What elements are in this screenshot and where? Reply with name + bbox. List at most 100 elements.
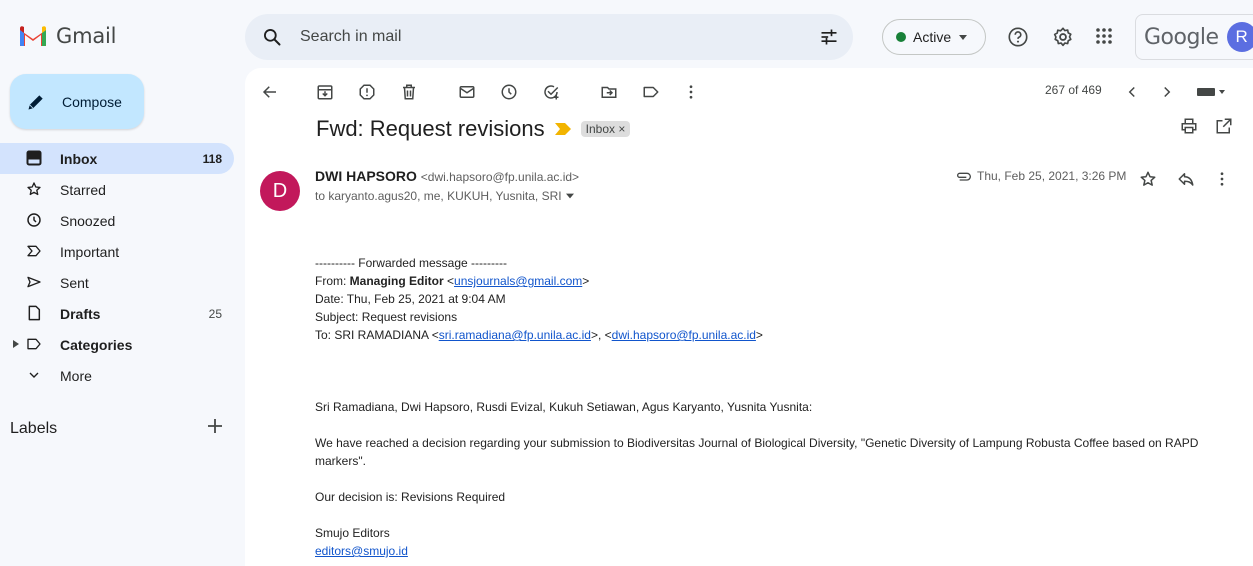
sidebar-item-drafts[interactable]: Drafts 25 xyxy=(0,298,245,329)
sidebar-item-label: More xyxy=(60,367,92,384)
labels-icon[interactable] xyxy=(642,83,660,101)
important-icon xyxy=(26,243,42,259)
label-icon xyxy=(26,336,42,352)
status-label: Active xyxy=(913,29,952,45)
signature-name: Smujo Editors xyxy=(315,526,390,540)
status-selector[interactable]: Active xyxy=(882,19,986,55)
move-to-icon[interactable] xyxy=(600,83,618,101)
recipients-line[interactable]: to karyanto.agus20, me, KUKUH, Yusnita, … xyxy=(315,189,574,203)
sidebar-item-label: Categories xyxy=(60,336,133,353)
draft-icon xyxy=(26,305,42,321)
report-spam-icon[interactable] xyxy=(358,83,376,101)
print-icon[interactable] xyxy=(1180,117,1198,135)
email-body: ---------- Forwarded message --------- F… xyxy=(315,254,1225,560)
sidebar-item-label: Inbox xyxy=(60,150,98,167)
google-account-button[interactable]: Google R xyxy=(1135,14,1253,60)
snooze-icon[interactable] xyxy=(500,83,518,101)
open-new-window-icon[interactable] xyxy=(1215,117,1233,135)
to-email-link[interactable]: dwi.hapsoro@fp.unila.ac.id xyxy=(612,328,756,342)
sidebar-item-more[interactable]: More xyxy=(0,360,245,391)
sidebar-item-label: Drafts xyxy=(60,305,101,322)
clock-icon xyxy=(26,212,42,228)
forward-header: ---------- Forwarded message --------- xyxy=(315,256,507,270)
sidebar-nav: Inbox 118 Starred Snoozed Important Sent… xyxy=(0,143,245,391)
forward-to: To: SRI RAMADIANA <sri.ramadiana@fp.unil… xyxy=(315,328,763,342)
sidebar-item-inbox[interactable]: Inbox 118 xyxy=(0,143,234,174)
more-vert-icon[interactable] xyxy=(1213,170,1231,188)
inbox-icon xyxy=(26,150,42,166)
attachment-icon xyxy=(955,171,971,181)
pagination-count: 267 of 469 xyxy=(1045,83,1102,97)
newer-chevron-icon[interactable] xyxy=(1123,83,1141,101)
archive-icon[interactable] xyxy=(316,83,334,101)
sidebar-item-categories[interactable]: Categories xyxy=(0,329,245,360)
to-email-link[interactable]: sri.ramadiana@fp.unila.ac.id xyxy=(439,328,591,342)
subject-row: Fwd: Request revisions Inbox × xyxy=(316,116,631,142)
labels-header: Labels xyxy=(10,420,58,437)
sidebar-item-starred[interactable]: Starred xyxy=(0,174,245,205)
mark-unread-icon[interactable] xyxy=(458,83,476,101)
sidebar-item-label: Sent xyxy=(60,274,89,291)
avatar: R xyxy=(1226,22,1253,52)
sender-email: <dwi.hapsoro@fp.unila.ac.id> xyxy=(420,170,580,184)
forward-from: From: Managing Editor <unsjournals@gmail… xyxy=(315,274,590,288)
star-icon[interactable] xyxy=(1139,170,1157,188)
input-tools-icon[interactable] xyxy=(1195,83,1227,101)
body-decision: Our decision is: Revisions Required xyxy=(315,490,506,504)
more-options-icon[interactable] xyxy=(682,83,700,101)
label-chip-text: Inbox xyxy=(585,122,616,136)
gmail-m-icon xyxy=(18,24,48,48)
date-line: Thu, Feb 25, 2021, 3:26 PM xyxy=(955,169,1126,183)
body-names: Sri Ramadiana, Dwi Hapsoro, Rusdi Evizal… xyxy=(315,400,813,414)
sidebar-item-label: Important xyxy=(60,243,120,260)
message-date: Thu, Feb 25, 2021, 3:26 PM xyxy=(977,169,1127,183)
caret-down-icon xyxy=(958,32,968,42)
expand-arrow-icon[interactable] xyxy=(13,340,19,348)
unread-count: 118 xyxy=(202,151,222,166)
sidebar-item-important[interactable]: Important xyxy=(0,236,245,267)
add-to-tasks-icon[interactable] xyxy=(542,83,560,101)
add-label-icon[interactable] xyxy=(207,418,223,434)
settings-gear-icon[interactable] xyxy=(1052,26,1074,48)
delete-icon[interactable] xyxy=(400,83,418,101)
show-details-icon[interactable] xyxy=(565,192,574,200)
compose-button[interactable]: Compose xyxy=(10,74,144,129)
search-bar[interactable] xyxy=(245,14,853,60)
from-name: Managing Editor xyxy=(349,274,444,288)
sidebar-item-label: Snoozed xyxy=(60,212,116,229)
older-chevron-icon[interactable] xyxy=(1158,83,1176,101)
gmail-wordmark: Gmail xyxy=(56,24,117,48)
chevron-down-icon xyxy=(26,367,42,383)
email-subject: Fwd: Request revisions xyxy=(316,116,545,141)
search-input[interactable] xyxy=(300,28,780,46)
search-icon[interactable] xyxy=(262,27,282,47)
important-marker-icon[interactable] xyxy=(554,123,571,135)
reply-icon[interactable] xyxy=(1177,170,1195,188)
sender-line: DWI HAPSORO <dwi.hapsoro@fp.unila.ac.id> xyxy=(315,168,579,184)
forward-subject: Subject: Request revisions xyxy=(315,310,458,324)
send-icon xyxy=(26,274,42,290)
body-paragraph: We have reached a decision regarding you… xyxy=(315,436,1199,468)
remove-label-icon[interactable]: × xyxy=(618,122,625,136)
gmail-logo[interactable]: Gmail xyxy=(18,24,116,48)
draft-count: 25 xyxy=(208,306,222,321)
message-pane: 267 of 469 Fwd: Request revisions Inbox … xyxy=(245,68,1253,566)
apps-grid-icon[interactable] xyxy=(1094,26,1114,46)
star-icon xyxy=(26,181,42,197)
status-dot xyxy=(896,32,906,42)
forward-date: Date: Thu, Feb 25, 2021 at 9:04 AM xyxy=(315,292,506,306)
search-options-icon[interactable] xyxy=(819,27,839,47)
sender-name[interactable]: DWI HAPSORO xyxy=(315,168,417,184)
to-label: To: SRI RAMADIANA < xyxy=(315,328,439,342)
google-wordmark: Google xyxy=(1144,24,1219,50)
inbox-label-chip[interactable]: Inbox × xyxy=(580,121,631,137)
recipients-text: to karyanto.agus20, me, KUKUH, Yusnita, … xyxy=(315,189,562,203)
sidebar-item-snoozed[interactable]: Snoozed xyxy=(0,205,245,236)
signature-email-link[interactable]: editors@smujo.id xyxy=(315,544,408,558)
back-arrow-icon[interactable] xyxy=(261,83,279,101)
sender-avatar[interactable]: D xyxy=(260,171,300,211)
from-email-link[interactable]: unsjournals@gmail.com xyxy=(454,274,582,288)
sidebar-item-label: Starred xyxy=(60,181,106,198)
sidebar-item-sent[interactable]: Sent xyxy=(0,267,245,298)
help-icon[interactable] xyxy=(1007,26,1029,48)
